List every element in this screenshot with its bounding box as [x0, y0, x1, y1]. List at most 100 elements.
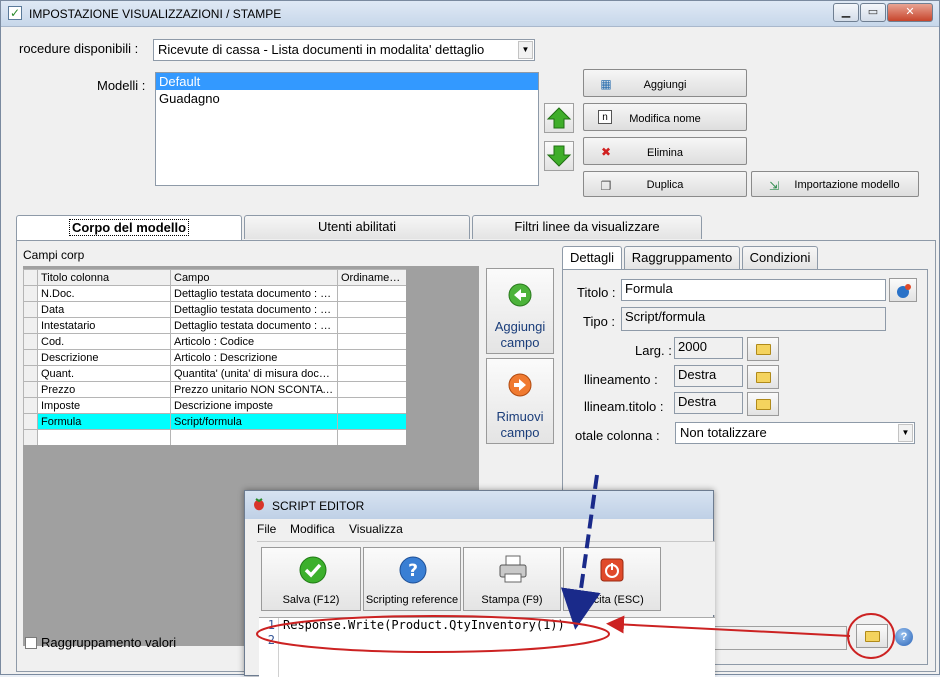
cell-campo[interactable]: Prezzo unitario NON SCONTAT...: [170, 381, 338, 398]
row-selector[interactable]: [23, 333, 38, 350]
row-selector[interactable]: [23, 349, 38, 366]
cell-ordinamento[interactable]: [337, 301, 406, 318]
table-row[interactable]: Quant. Quantita' (unita' di misura docum.…: [23, 365, 406, 382]
maximize-button[interactable]: ▭: [860, 3, 886, 22]
table-row[interactable]: Cod. Articolo : Codice: [23, 333, 406, 350]
cell-campo[interactable]: Dettaglio testata documento : R...: [170, 317, 338, 334]
total-select[interactable]: Non totalizzare ▼: [675, 422, 915, 444]
cell-ordinamento[interactable]: [337, 317, 406, 334]
table-row[interactable]: Descrizione Articolo : Descrizione: [23, 349, 406, 366]
duplicate-model-button[interactable]: ❐ Duplica: [583, 171, 747, 197]
save-button[interactable]: Salva (F12): [261, 547, 361, 611]
cell-titolo[interactable]: Quant.: [37, 365, 171, 382]
minimize-button[interactable]: ▁: [833, 3, 859, 22]
code-editor[interactable]: 1 2 Response.Write(Product.QtyInventory(…: [259, 617, 715, 677]
menu-modifica[interactable]: Modifica: [290, 522, 335, 536]
cell-ordinamento[interactable]: [337, 285, 406, 302]
formula-editor-button[interactable]: [856, 624, 888, 648]
chevron-down-icon[interactable]: ▼: [518, 41, 533, 59]
formula-field[interactable]: t): [701, 626, 847, 650]
cell-titolo[interactable]: Descrizione: [37, 349, 171, 366]
row-selector[interactable]: [23, 397, 38, 414]
width-picker-button[interactable]: [747, 337, 779, 361]
cell-campo[interactable]: Script/formula: [170, 413, 338, 430]
column-header-titolo[interactable]: Titolo colonna: [37, 269, 171, 286]
column-header-ordinamento[interactable]: Ordinamento: [337, 269, 406, 286]
move-down-button[interactable]: [544, 141, 574, 171]
column-header-campo[interactable]: Campo: [170, 269, 338, 286]
tab-condizioni[interactable]: Condizioni: [742, 246, 818, 269]
cell-campo[interactable]: [170, 429, 338, 445]
table-row[interactable]: Intestatario Dettaglio testata documento …: [23, 317, 406, 334]
row-selector[interactable]: [23, 301, 38, 318]
cell-ordinamento[interactable]: [337, 365, 406, 382]
print-button[interactable]: Stampa (F9): [463, 547, 561, 611]
row-selector[interactable]: [23, 381, 38, 398]
fields-grid[interactable]: Titolo colonna Campo Ordinamento N.Doc. D…: [23, 269, 406, 445]
cell-titolo[interactable]: Data: [37, 301, 171, 318]
table-row[interactable]: Data Dettaglio testata documento : D...: [23, 301, 406, 318]
import-model-button[interactable]: ⇲ Importazione modello: [751, 171, 919, 197]
fields-table[interactable]: Titolo colonna Campo Ordinamento N.Doc. D…: [23, 269, 406, 445]
tab-utenti-abilitati[interactable]: Utenti abilitati: [244, 215, 470, 239]
cell-campo[interactable]: Dettaglio testata documento : N...: [170, 285, 338, 302]
tab-filtri-linee[interactable]: Filtri linee da visualizzare: [472, 215, 702, 239]
cell-titolo[interactable]: N.Doc.: [37, 285, 171, 302]
align-picker-button[interactable]: [747, 365, 779, 389]
menu-visualizza[interactable]: Visualizza: [349, 522, 403, 536]
tab-dettagli[interactable]: Dettagli: [562, 246, 622, 270]
exit-button[interactable]: Uscita (ESC): [563, 547, 661, 611]
add-model-button[interactable]: ▦ Aggiungi: [583, 69, 747, 97]
close-button[interactable]: ✕: [887, 3, 933, 22]
row-selector[interactable]: [23, 365, 38, 382]
row-selector[interactable]: [23, 413, 38, 430]
row-selector[interactable]: [23, 429, 38, 445]
menu-file[interactable]: File: [257, 522, 276, 536]
table-row[interactable]: N.Doc. Dettaglio testata documento : N...: [23, 285, 406, 302]
cell-ordinamento[interactable]: [337, 413, 406, 430]
cell-ordinamento[interactable]: [337, 429, 406, 445]
move-up-button[interactable]: [544, 103, 574, 133]
cell-campo[interactable]: Dettaglio testata documento : D...: [170, 301, 338, 318]
table-row[interactable]: Prezzo Prezzo unitario NON SCONTAT...: [23, 381, 406, 398]
grouping-checkbox[interactable]: [25, 637, 37, 649]
cell-ordinamento[interactable]: [337, 397, 406, 414]
table-row[interactable]: [23, 429, 406, 445]
code-line-1[interactable]: Response.Write(Product.QtyInventory(1)): [283, 618, 565, 633]
cell-titolo[interactable]: Cod.: [37, 333, 171, 350]
cell-campo[interactable]: Articolo : Descrizione: [170, 349, 338, 366]
tab-raggruppamento[interactable]: Raggruppamento: [624, 246, 740, 269]
table-row[interactable]: Imposte Descrizione imposte: [23, 397, 406, 414]
cell-titolo[interactable]: Formula: [37, 413, 171, 430]
cell-titolo[interactable]: Imposte: [37, 397, 171, 414]
cell-titolo[interactable]: [37, 429, 171, 445]
table-row[interactable]: Formula Script/formula: [23, 413, 406, 430]
row-selector[interactable]: [23, 285, 38, 302]
title-options-button[interactable]: [889, 278, 917, 302]
title-align-field[interactable]: Destra: [674, 392, 743, 414]
tab-corpo-modello[interactable]: Corpo del modello: [16, 215, 242, 241]
align-field[interactable]: Destra: [674, 365, 743, 387]
scripting-reference-button[interactable]: ? Scripting reference: [363, 547, 461, 611]
chevron-down-icon[interactable]: ▼: [898, 424, 913, 442]
models-list[interactable]: Default Guadagno: [155, 72, 539, 186]
cell-campo[interactable]: Quantita' (unita' di misura docum...: [170, 365, 338, 382]
procedures-select[interactable]: Ricevute di cassa - Lista documenti in m…: [153, 39, 535, 61]
width-field[interactable]: 2000: [674, 337, 743, 359]
rename-model-button[interactable]: n Modifica nome: [583, 103, 747, 131]
title-align-picker-button[interactable]: [747, 392, 779, 416]
cell-titolo[interactable]: Intestatario: [37, 317, 171, 334]
cell-titolo[interactable]: Prezzo: [37, 381, 171, 398]
help-icon[interactable]: ?: [895, 628, 913, 646]
model-item-default[interactable]: Default: [156, 73, 538, 90]
cell-ordinamento[interactable]: [337, 381, 406, 398]
cell-ordinamento[interactable]: [337, 349, 406, 366]
cell-campo[interactable]: Descrizione imposte: [170, 397, 338, 414]
remove-field-button[interactable]: Rimuovi campo: [486, 358, 554, 444]
cell-ordinamento[interactable]: [337, 333, 406, 350]
delete-model-button[interactable]: ✖ Elimina: [583, 137, 747, 165]
title-field[interactable]: Formula: [621, 279, 886, 301]
add-field-button[interactable]: Aggiungi campo: [486, 268, 554, 354]
cell-campo[interactable]: Articolo : Codice: [170, 333, 338, 350]
row-selector[interactable]: [23, 317, 38, 334]
